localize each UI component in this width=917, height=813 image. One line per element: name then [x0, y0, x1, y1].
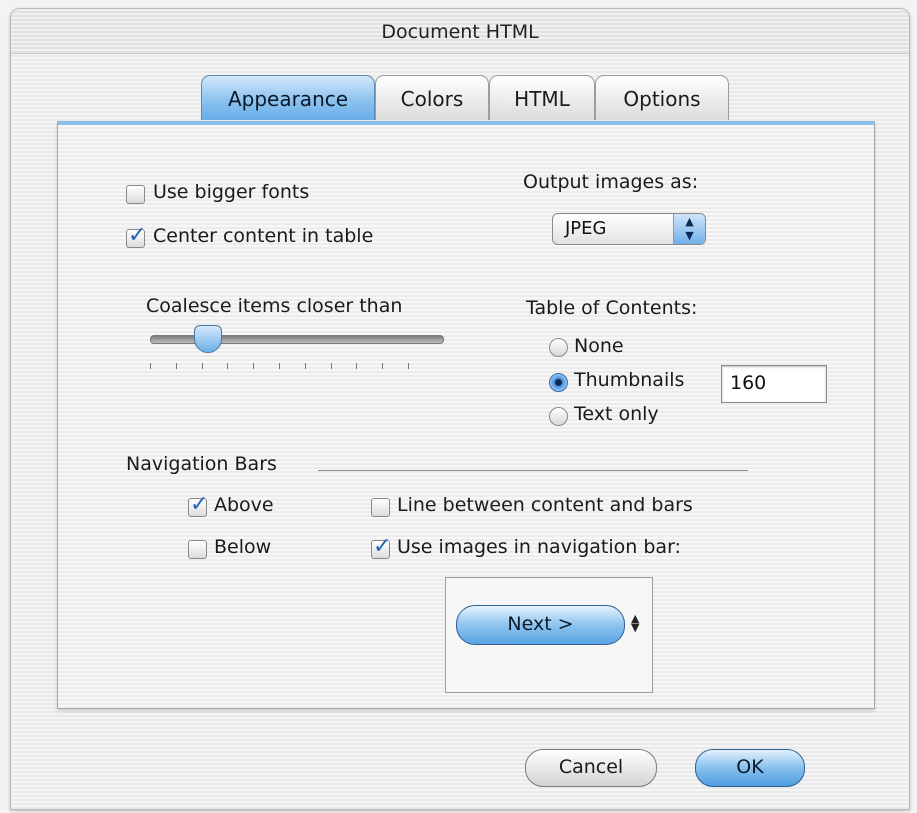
center-content-label: Center content in table: [153, 225, 374, 247]
slider-tick: [279, 363, 280, 369]
bigger-fonts-label: Use bigger fonts: [153, 181, 310, 203]
nav-image-preview-box: Next > ▲ ▼: [445, 577, 653, 693]
navigation-bars-divider: [318, 470, 748, 471]
toc-none-label: None: [574, 335, 624, 357]
ok-button[interactable]: OK: [695, 749, 805, 787]
next-preview-button[interactable]: Next >: [456, 605, 625, 645]
cancel-button[interactable]: Cancel: [525, 749, 657, 787]
slider-tick: [304, 363, 306, 369]
slider-tick: [150, 363, 151, 369]
thumbnail-size-input[interactable]: 160: [721, 365, 827, 403]
toc-none-radio[interactable]: [549, 338, 568, 357]
nav-above-label: Above: [214, 494, 274, 516]
coalesce-slider-thumb[interactable]: [194, 325, 222, 353]
checkmark-icon: ✓: [128, 223, 147, 248]
appearance-pane: Use bigger fonts ✓ Center content in tab…: [57, 121, 875, 709]
toc-text-only-label: Text only: [574, 403, 659, 425]
stepper-arrows-icon[interactable]: ▲ ▼: [631, 613, 639, 633]
tab-colors[interactable]: Colors: [375, 75, 489, 120]
updown-arrows-icon: ▲ ▼: [673, 214, 705, 244]
slider-tick: [356, 363, 358, 369]
window-title: Document HTML: [381, 21, 539, 43]
output-images-popup[interactable]: JPEG ▲ ▼: [552, 213, 706, 245]
slider-tick: [330, 363, 332, 369]
slider-tick: [382, 363, 384, 369]
output-images-value: JPEG: [565, 218, 607, 239]
nav-below-checkbox[interactable]: [188, 540, 207, 559]
nav-below-label: Below: [214, 536, 272, 558]
tab-appearance[interactable]: Appearance: [201, 75, 375, 120]
line-between-checkbox[interactable]: [371, 498, 390, 517]
output-images-label: Output images as:: [523, 171, 699, 193]
line-between-label: Line between content and bars: [397, 494, 693, 516]
toc-text-only-radio[interactable]: [549, 407, 568, 426]
nav-above-checkbox[interactable]: ✓: [188, 492, 208, 517]
coalesce-label: Coalesce items closer than: [146, 295, 403, 317]
toc-thumbnails-radio[interactable]: [549, 373, 568, 392]
toc-thumbnails-label: Thumbnails: [574, 369, 685, 391]
use-images-label: Use images in navigation bar:: [397, 536, 681, 558]
title-bar: Document HTML: [11, 9, 909, 54]
slider-tick: [201, 363, 203, 369]
slider-tick: [408, 363, 409, 369]
tab-options[interactable]: Options: [595, 75, 729, 120]
toc-label: Table of Contents:: [526, 297, 698, 319]
center-content-checkbox[interactable]: ✓: [126, 223, 146, 248]
slider-tick: [175, 363, 177, 369]
bigger-fonts-checkbox[interactable]: [126, 185, 145, 204]
checkmark-icon: ✓: [190, 492, 209, 517]
thumbnail-size-value: 160: [730, 372, 767, 394]
navigation-bars-label: Navigation Bars: [126, 453, 277, 475]
document-html-dialog: Document HTML Appearance Colors HTML Opt…: [10, 8, 910, 810]
checkmark-icon: ✓: [373, 534, 392, 559]
tab-html[interactable]: HTML: [489, 75, 595, 120]
use-images-checkbox[interactable]: ✓: [371, 534, 391, 559]
slider-tick: [227, 363, 229, 369]
slider-tick: [253, 363, 255, 369]
